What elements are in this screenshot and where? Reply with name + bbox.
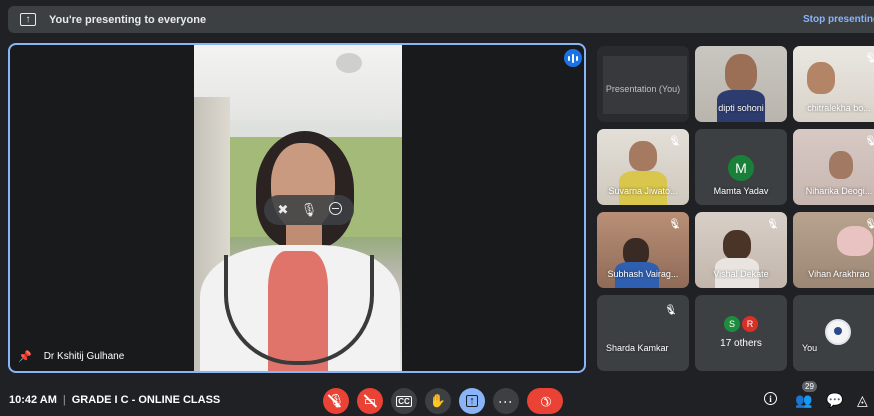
info-icon: i: [764, 392, 777, 405]
captions-button[interactable]: CC: [391, 388, 417, 414]
mic-muted-icon: 🎙: [668, 136, 681, 147]
participant-tile-niharika[interactable]: 🎙 Niharika Deogi...: [793, 129, 874, 205]
pin-icon: 📌: [18, 351, 32, 363]
speaker-name: Dr Kshitij Gulhane: [43, 351, 125, 362]
participant-name: Niharika Deogi...: [805, 186, 873, 196]
more-options-button[interactable]: ⋮: [493, 388, 519, 414]
participant-name: chitralekha bo...: [807, 103, 871, 113]
meeting-info-button[interactable]: i: [764, 392, 777, 405]
mic-muted-icon: 🎙: [864, 53, 874, 64]
participant-name: You: [802, 343, 818, 353]
participant-name: Vishal Dekate: [713, 269, 769, 279]
participant-tile-you[interactable]: You: [793, 295, 874, 371]
mic-toggle-button[interactable]: 🎙: [323, 388, 349, 414]
people-icon: 👥: [795, 392, 813, 408]
present-button[interactable]: ↑: [459, 388, 485, 414]
presenting-message: You're presenting to everyone: [49, 13, 207, 26]
participant-name: Vihan Arakhrao: [808, 269, 870, 279]
participant-tile-presentation[interactable]: Presentation (You): [597, 46, 689, 122]
captions-icon: CC: [396, 395, 412, 407]
speaking-icon: [564, 49, 582, 67]
school-logo-avatar: [825, 319, 851, 345]
chat-icon: 💬: [826, 392, 844, 408]
tile-hover-controls: ✖ 🎙: [264, 195, 354, 225]
avatar: M: [728, 155, 754, 181]
chat-button[interactable]: 💬: [826, 392, 843, 409]
participant-count-badge: 29: [802, 381, 817, 392]
participant-name: Presentation (You): [605, 84, 681, 94]
meeting-details: 10:42 AM | GRADE I C - ONLINE CLASS: [9, 394, 221, 406]
others-count: 17 others: [720, 338, 762, 349]
more-options-icon: ⋮: [498, 394, 514, 408]
participant-tile-chitralekha[interactable]: 🎙 chitralekha bo...: [793, 46, 874, 122]
participant-tile-subhash[interactable]: 🎙 Subhash Vairag...: [597, 212, 689, 288]
speaker-name-label: 📌 Dr Kshitij Gulhane: [18, 350, 124, 363]
camera-toggle-button[interactable]: ▭: [357, 388, 383, 414]
present-screen-icon: ↑: [20, 13, 36, 26]
mic-muted-icon: 🎙: [664, 305, 677, 316]
leave-call-button[interactable]: ✆: [527, 388, 563, 414]
stop-presenting-button[interactable]: Stop presenting: [803, 14, 874, 25]
avatar: S: [724, 316, 740, 332]
raise-hand-icon: ✋: [429, 393, 447, 408]
present-icon: ↑: [466, 395, 478, 407]
mic-muted-icon: 🎙: [668, 219, 681, 230]
pin-toggle-icon[interactable]: ✖: [273, 202, 293, 218]
mic-off-icon: 🎙: [327, 393, 345, 408]
activities-button[interactable]: ◬: [857, 392, 868, 409]
participant-name: Subhash Vairag...: [607, 269, 679, 279]
participant-name: dipti sohoni: [718, 103, 764, 113]
people-button[interactable]: 👥: [795, 392, 812, 409]
raise-hand-button[interactable]: ✋: [425, 388, 451, 414]
presenting-banner: ↑ You're presenting to everyone Stop pre…: [8, 6, 874, 33]
remove-participant-icon[interactable]: [325, 202, 345, 218]
current-time: 10:42 AM: [9, 394, 57, 406]
participant-tile-mamta[interactable]: M Mamta Yadav: [695, 129, 787, 205]
mic-muted-icon: 🎙: [766, 219, 779, 230]
activities-icon: ◬: [857, 392, 868, 408]
participant-tile-vihan[interactable]: 🎙 Vihan Arakhrao: [793, 212, 874, 288]
main-speaker-tile[interactable]: ✖ 🎙 📌 Dr Kshitij Gulhane: [8, 43, 586, 373]
participant-tile-sharda[interactable]: 🎙 Sharda Kamkar: [597, 295, 689, 371]
participant-tile-others[interactable]: S R 17 others: [695, 295, 787, 371]
participant-tile-suvarna[interactable]: 🎙 Suvarna Jiwato...: [597, 129, 689, 205]
camera-off-icon: ▭: [363, 393, 377, 408]
mute-participant-icon[interactable]: 🎙: [299, 202, 319, 218]
end-call-icon: ✆: [536, 392, 555, 411]
meeting-name: GRADE I C - ONLINE CLASS: [71, 394, 221, 406]
participant-tile-vishal[interactable]: 🎙 Vishal Dekate: [695, 212, 787, 288]
mic-muted-icon: 🎙: [864, 219, 874, 230]
participant-name: Suvarna Jiwato...: [608, 186, 678, 196]
avatar: R: [742, 316, 758, 332]
mic-muted-icon: 🎙: [864, 136, 874, 147]
participant-name: Mamta Yadav: [713, 186, 769, 196]
participant-name: Sharda Kamkar: [606, 343, 669, 353]
bottom-toolbar: 10:42 AM | GRADE I C - ONLINE CLASS 🎙 ▭ CC…: [0, 380, 874, 416]
participant-tile-dipti[interactable]: dipti sohoni: [695, 46, 787, 122]
